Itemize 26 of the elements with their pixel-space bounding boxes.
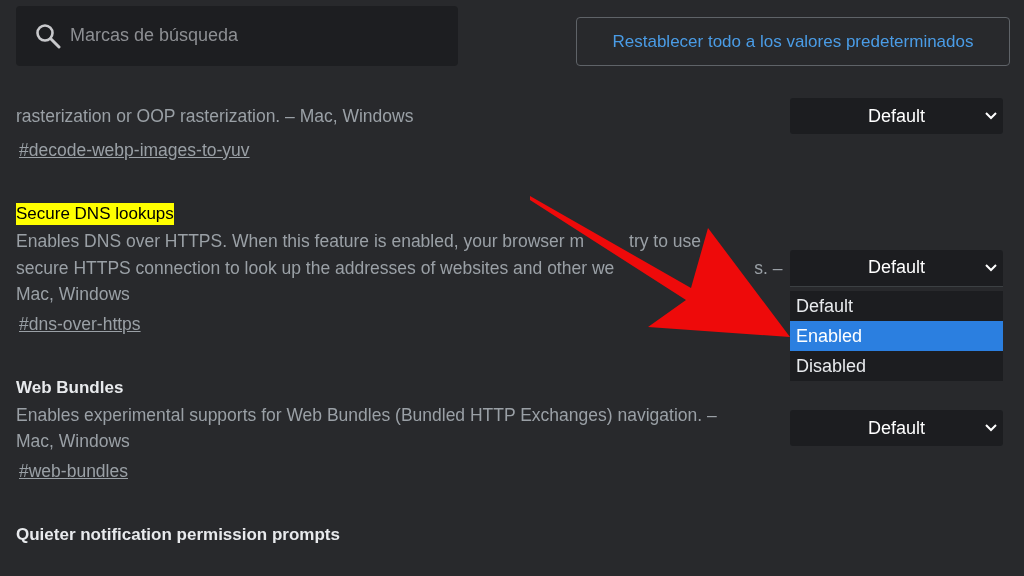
flag-title: Quieter notification permission prompts [16, 523, 340, 546]
dropdown[interactable]: Default [790, 410, 1003, 446]
flag-description: rasterization or OOP rasterization. – Mac, Windows [16, 104, 414, 128]
search-icon [35, 22, 61, 49]
dropdown[interactable]: Default [790, 98, 1003, 134]
flag-title: Web Bundles [16, 376, 124, 399]
dropdown-option[interactable]: Disabled [790, 350, 1003, 381]
chevron-icon [985, 112, 997, 120]
flag-link[interactable]: #decode-webp-images-to-yuv [19, 137, 250, 163]
flag-description: s. – [754, 256, 783, 280]
chevron-icon [985, 263, 997, 272]
chevron-icon [985, 424, 997, 432]
flag-description: Enables experimental supports for Web Bundles (Bundled HTTP Exchanges) navigation. – [16, 403, 717, 427]
flag-title: Secure DNS lookups [16, 203, 174, 225]
flag-description: Mac, Windows [16, 430, 130, 453]
search-field[interactable]: Marcas de búsqueda [16, 5, 458, 66]
reset-button[interactable]: Restablecer todo a los valores predeterminados [576, 17, 1010, 66]
flag-description: try to use [629, 230, 701, 253]
dropdown-option[interactable]: Default [790, 290, 1003, 321]
dropdown[interactable]: Default [790, 249, 1003, 286]
flag-description: Mac, Windows [16, 283, 130, 306]
flag-link[interactable]: #dns-over-https [19, 310, 141, 337]
dropdown-option[interactable]: Enabled [790, 320, 1003, 351]
flag-description: Enables DNS over HTTPS. When this feature is enabled, your browser m [16, 230, 584, 253]
flag-link[interactable]: #web-bundles [19, 457, 128, 484]
flag-description: secure HTTPS connection to look up the addresses of websites and other we [16, 256, 615, 280]
